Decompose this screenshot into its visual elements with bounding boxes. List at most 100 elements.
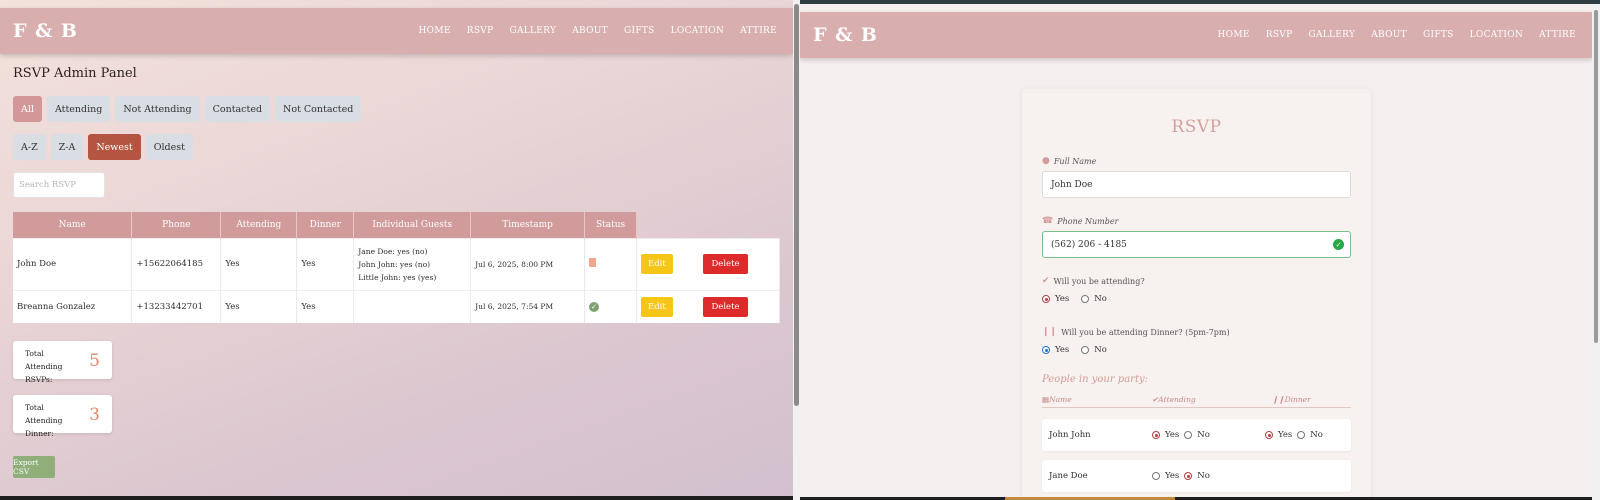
party-header: ▦ Name ✔ Attending ❙❙ Dinner: [1042, 395, 1351, 408]
cell-phone: +13233442701: [131, 289, 222, 323]
cell-phone: +15622064185: [131, 237, 222, 290]
nav-links: HOME RSVP GALLERY ABOUT GIFTS LOCATION A…: [411, 26, 785, 36]
sort-newest-button[interactable]: Newest: [88, 134, 141, 160]
cell-guests: [353, 289, 472, 323]
nav-about[interactable]: ABOUT: [1363, 30, 1415, 40]
nav-rsvp[interactable]: RSVP: [459, 26, 502, 36]
nav-attire[interactable]: ATTIRE: [1531, 30, 1584, 40]
nav-gifts[interactable]: GIFTS: [1415, 30, 1462, 40]
nav-location[interactable]: LOCATION: [1462, 30, 1531, 40]
form-title: RSVP: [1171, 117, 1222, 137]
export-csv-button[interactable]: Export CSV: [13, 456, 55, 478]
brand-logo[interactable]: F & B: [13, 20, 78, 42]
scrollbar-thumb[interactable]: [794, 4, 799, 406]
guest-attending-yes-radio[interactable]: Yes: [1152, 430, 1179, 440]
party-header-attending: ✔ Attending: [1152, 395, 1196, 404]
attending-question-text: Will you be attending?: [1053, 276, 1145, 286]
party-header-text: Attending: [1158, 395, 1196, 404]
filter-contacted-button[interactable]: Contacted: [204, 96, 271, 122]
filter-attending-button[interactable]: Attending: [46, 96, 111, 122]
table-row: John Doe +15622064185 Yes Yes Jane Doe: …: [13, 237, 781, 290]
check-circle-icon[interactable]: ✓: [589, 301, 600, 312]
check-badge-icon: ✔: [1042, 276, 1050, 286]
divider: [0, 496, 793, 500]
sort-za-button[interactable]: Z-A: [50, 134, 84, 160]
nav-rsvp[interactable]: RSVP: [1258, 30, 1301, 40]
scrollbar[interactable]: [1592, 4, 1600, 500]
filter-not-contacted-button[interactable]: Not Contacted: [275, 96, 362, 122]
rsvp-form-card: RSVP ● Full Name John Doe ☎ Phone Number…: [1022, 89, 1371, 500]
scrollbar[interactable]: [793, 0, 800, 500]
pending-status-icon[interactable]: [589, 258, 597, 267]
phone-label: ☎ Phone Number: [1042, 216, 1118, 226]
nav-attire[interactable]: ATTIRE: [732, 26, 785, 36]
radio-label: No: [1094, 345, 1107, 355]
nav-gallery[interactable]: GALLERY: [501, 26, 564, 36]
party-header-text: Name: [1049, 395, 1072, 404]
search-input[interactable]: [13, 172, 105, 198]
filter-not-attending-button[interactable]: Not Attending: [115, 96, 200, 122]
scrollbar-thumb[interactable]: [1594, 10, 1598, 343]
check-circle-icon: ✓: [1333, 239, 1344, 250]
dinner-no-radio[interactable]: No: [1081, 345, 1107, 355]
stat-value: 3: [89, 405, 100, 425]
cell-edit: Edit: [636, 289, 700, 323]
guest-attending-no-radio[interactable]: No: [1184, 430, 1210, 440]
radio-selected-icon: [1184, 472, 1193, 480]
filter-buttons: All Attending Not Attending Contacted No…: [13, 96, 362, 122]
full-name-value: John Doe: [1051, 179, 1093, 190]
brand-logo[interactable]: F & B: [813, 24, 878, 46]
sort-az-button[interactable]: A-Z: [13, 134, 46, 160]
guest-name: Jane Doe: [1049, 471, 1088, 481]
radio-label: Yes: [1055, 294, 1070, 304]
edit-button[interactable]: Edit: [641, 296, 673, 317]
dinner-yes-radio[interactable]: Yes: [1042, 345, 1069, 355]
cell-name: John Doe: [13, 237, 133, 290]
sort-oldest-button[interactable]: Oldest: [145, 134, 193, 160]
cell-guests: Jane Doe: yes (no) John John: yes (no) L…: [353, 237, 472, 290]
full-name-input[interactable]: John Doe: [1042, 171, 1351, 198]
phone-input[interactable]: (562) 206 - 4185 ✓: [1042, 231, 1351, 258]
attending-no-radio[interactable]: No: [1081, 294, 1107, 304]
stat-card-dinner: Total Attending Dinner: 3: [13, 395, 112, 438]
radio-label: Yes: [1165, 430, 1180, 440]
full-name-label: ● Full Name: [1042, 156, 1096, 166]
guest-attending-radios: Yes No: [1152, 471, 1210, 481]
guest-attending-radios: Yes No: [1152, 430, 1210, 440]
nav-gallery[interactable]: GALLERY: [1300, 30, 1363, 40]
cell-edit: Edit: [636, 237, 700, 290]
col-attending: Attending: [220, 212, 298, 238]
filter-all-button[interactable]: All: [13, 96, 42, 122]
delete-button[interactable]: Delete: [703, 254, 748, 274]
guest-dinner-no-radio[interactable]: No: [1297, 430, 1323, 440]
guest-dinner-yes-radio[interactable]: Yes: [1265, 430, 1292, 440]
full-name-label-text: Full Name: [1053, 156, 1097, 166]
guest-entry: Jane Doe: yes (no): [358, 246, 428, 256]
guest-name: John John: [1049, 430, 1091, 440]
radio-empty-icon: [1081, 295, 1090, 303]
cell-dinner: Yes: [296, 289, 355, 323]
radio-empty-icon: [1081, 346, 1090, 354]
nav-gifts[interactable]: GIFTS: [616, 26, 663, 36]
guest-attending-yes-radio[interactable]: Yes: [1152, 471, 1179, 481]
edit-button[interactable]: Edit: [641, 254, 673, 274]
guest-attending-no-radio[interactable]: No: [1184, 471, 1210, 481]
navbar: F & B HOME RSVP GALLERY ABOUT GIFTS LOCA…: [0, 8, 793, 54]
nav-location[interactable]: LOCATION: [663, 26, 732, 36]
nav-about[interactable]: ABOUT: [564, 26, 616, 36]
col-timestamp: Timestamp: [470, 212, 586, 238]
cell-status: [584, 237, 638, 290]
col-edit-blank: [637, 212, 700, 238]
radio-selected-icon: [1265, 431, 1273, 439]
stat-value: 5: [89, 351, 100, 371]
dinner-question: ❙❙ Will you be attending Dinner? (5pm-7p…: [1042, 327, 1230, 337]
attending-yes-radio[interactable]: Yes: [1042, 294, 1069, 304]
party-guest-row: Jane Doe Yes No: [1042, 460, 1351, 492]
guest-dinner-radios: Yes No: [1265, 430, 1323, 440]
dinner-question-text: Will you be attending Dinner? (5pm-7pm): [1061, 327, 1230, 337]
delete-button[interactable]: Delete: [703, 296, 748, 317]
nav-home[interactable]: HOME: [1210, 30, 1258, 40]
nav-home[interactable]: HOME: [411, 26, 459, 36]
utensils-icon: ❙❙: [1042, 327, 1058, 337]
cell-attending: Yes: [220, 237, 298, 290]
